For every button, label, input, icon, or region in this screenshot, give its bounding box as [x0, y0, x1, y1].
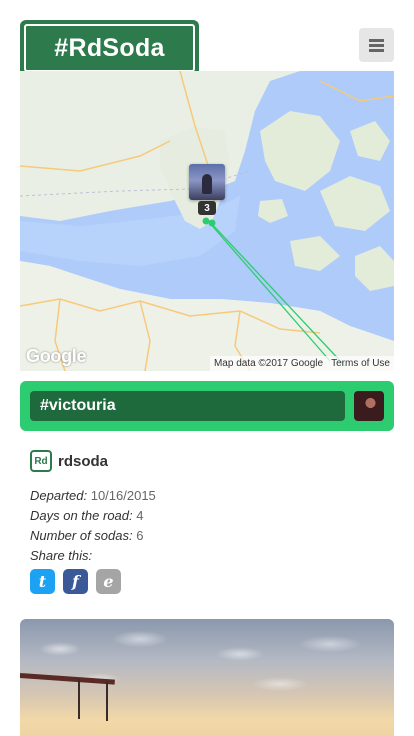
- menu-button[interactable]: [359, 28, 394, 62]
- trip-photo[interactable]: [20, 619, 394, 736]
- marker-thumbnail-figure: [202, 174, 212, 194]
- username[interactable]: rdsoda: [58, 453, 108, 470]
- trip-hashtag-bar: #victouria: [20, 381, 394, 431]
- user-avatar[interactable]: [354, 391, 384, 421]
- map-attribution: Map data ©2017 Google Terms of Use: [209, 356, 394, 371]
- days-row: Days on the road: 4: [30, 506, 156, 526]
- trip-hashtag[interactable]: #victouria: [30, 391, 345, 421]
- page: #RdSoda 3 Google Map data ©2017 Google T…: [0, 0, 414, 736]
- hamburger-menu-icon: [369, 38, 384, 52]
- photo-crane-cable: [78, 679, 80, 719]
- logo-text: #RdSoda: [24, 24, 195, 72]
- terms-of-use-link[interactable]: Terms of Use: [327, 358, 394, 369]
- route-map[interactable]: 3 Google Map data ©2017 Google Terms of …: [20, 71, 394, 371]
- days-label: Days on the road:: [30, 508, 133, 523]
- map-canvas: [20, 71, 394, 371]
- departed-row: Departed: 10/16/2015: [30, 486, 156, 506]
- map-data-credit: Map data ©2017 Google: [213, 358, 324, 369]
- marker-count-badge: 3: [198, 201, 216, 215]
- email-icon[interactable]: e: [96, 569, 121, 594]
- photo-crane-cable: [106, 681, 108, 721]
- site-logo[interactable]: #RdSoda: [20, 20, 199, 76]
- google-logo: Google: [26, 346, 87, 366]
- share-buttons: t f e: [30, 569, 121, 594]
- photo-marker[interactable]: [189, 164, 225, 200]
- sodas-label: Number of sodas:: [30, 528, 133, 543]
- departed-label: Departed:: [30, 488, 88, 503]
- rdsoda-badge-icon: Rd: [30, 450, 52, 472]
- share-label: Share this:: [30, 548, 93, 563]
- facebook-icon[interactable]: f: [63, 569, 88, 594]
- user-row: Rd rdsoda: [30, 450, 108, 472]
- trip-details: Departed: 10/16/2015 Days on the road: 4…: [30, 486, 156, 566]
- days-value: 4: [136, 508, 144, 523]
- sodas-row: Number of sodas: 6: [30, 526, 156, 546]
- sodas-value: 6: [136, 528, 144, 543]
- twitter-icon[interactable]: t: [30, 569, 55, 594]
- share-row: Share this:: [30, 546, 156, 566]
- photo-clouds: [20, 619, 394, 717]
- departed-value: 10/16/2015: [90, 488, 156, 503]
